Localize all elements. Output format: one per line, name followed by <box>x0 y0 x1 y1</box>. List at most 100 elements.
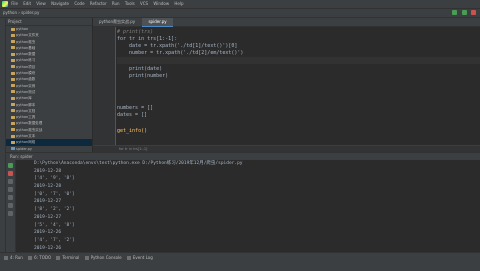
tool-label: Terminal <box>62 255 80 260</box>
code-line: date = tr.xpath('./td[1]/text()')[0] <box>117 43 238 49</box>
print-icon[interactable] <box>8 203 13 208</box>
tool-run[interactable]: 4: Run <box>4 253 23 262</box>
project-panel-header[interactable]: Project <box>6 18 92 26</box>
tool-event-log[interactable]: Event Log <box>126 253 153 262</box>
navigation-bar: python › spider.py <box>0 9 480 18</box>
tree-item-label: python函数 <box>16 77 36 82</box>
console-line: 2019-12-27 <box>34 214 62 220</box>
folder-icon <box>11 58 15 62</box>
code-line: get_info() <box>117 128 148 134</box>
editor-breadcrumb[interactable]: for tr in trs[1:-1] <box>93 145 480 152</box>
tree-item-label: python库 <box>16 96 32 101</box>
menu-bar: File Edit View Navigate Code Refactor Ru… <box>0 0 480 9</box>
menu-code[interactable]: Code <box>74 1 84 6</box>
run-icon[interactable] <box>452 10 458 15</box>
console-line: ['4', '9', '8'] <box>34 176 75 182</box>
folder-icon <box>11 46 15 50</box>
project-tree: python python文件夹 python爬虫 python基础 python数据 p… <box>6 26 92 152</box>
pause-icon[interactable] <box>8 179 13 184</box>
console-line: 2019-12-26 <box>34 245 62 251</box>
folder-icon <box>11 134 15 138</box>
run-console[interactable]: D:\Python\Anaconda\envs\test\python.exe … <box>16 160 480 252</box>
pycharm-logo-icon <box>2 1 8 7</box>
project-panel: Project python python文件夹 python爬虫 python基础 p… <box>6 18 93 152</box>
menu-edit[interactable]: Edit <box>23 1 31 6</box>
python-console-icon <box>84 256 89 260</box>
wrap-icon[interactable] <box>8 187 13 192</box>
code-line: dates = [] <box>117 112 148 118</box>
editor-tab-bar: python爬虫实战.py spider.py <box>93 18 480 27</box>
console-line: 2019-12-28 <box>34 168 62 174</box>
tree-item-label: python网络 <box>16 140 36 145</box>
folder-icon <box>11 27 15 31</box>
todo-icon <box>28 256 33 260</box>
folder-icon <box>11 96 15 100</box>
menu-tools[interactable]: Tools <box>125 1 135 6</box>
tree-item-label: python <box>16 27 29 31</box>
tool-label: 6: TODO <box>34 255 52 260</box>
menu-file[interactable]: File <box>11 1 18 6</box>
tool-terminal[interactable]: Terminal <box>56 253 79 262</box>
code-line: for tr in trs[1:-1]: <box>117 36 178 42</box>
tree-item-label: python文档 <box>16 108 36 113</box>
folder-icon <box>11 109 15 113</box>
tree-item-label: python脚本 <box>16 102 36 107</box>
status-bar: 4: Run 6: TODO Terminal Python Console E… <box>0 252 480 271</box>
menu-navigate[interactable]: Navigate <box>51 1 69 6</box>
menu-help[interactable]: Help <box>174 1 183 6</box>
folder-icon <box>11 52 15 56</box>
tab-spider[interactable]: spider.py <box>142 18 173 27</box>
tree-item-label: python爬虫 <box>16 39 36 44</box>
menu-run[interactable]: Run <box>112 1 120 6</box>
line-number-gutter <box>93 27 116 145</box>
folder-icon <box>11 71 15 75</box>
folder-icon <box>11 128 15 132</box>
menu-vcs[interactable]: VCS <box>140 1 148 6</box>
folder-icon <box>11 33 15 37</box>
tab-crawler-practice[interactable]: python爬虫实战.py <box>93 18 141 26</box>
tree-item-label: python项目 <box>16 64 36 69</box>
run-tab-label[interactable]: Run: spider <box>10 154 33 159</box>
menu-window[interactable]: Window <box>153 1 169 6</box>
console-line: ['5', '4', '8'] <box>34 222 75 228</box>
tree-item-label: python练习 <box>16 58 36 63</box>
tool-label: Python Console <box>90 255 122 260</box>
menu-view[interactable]: View <box>36 1 46 6</box>
folder-icon <box>11 121 15 125</box>
scroll-to-end-icon[interactable] <box>8 195 13 200</box>
code-line-current <box>117 57 480 64</box>
code-line: print(date) <box>117 66 163 72</box>
tree-item-label: python测试 <box>16 89 36 94</box>
trash-icon[interactable] <box>8 211 13 216</box>
console-line: ['0', '7', '0'] <box>34 191 75 197</box>
tree-item-label: python文本 <box>16 134 36 139</box>
tool-label: 4: Run <box>10 255 23 260</box>
code-line: number = tr.xpath('./td[2]/em/text()') <box>117 50 244 56</box>
rerun-icon[interactable] <box>8 163 13 168</box>
code-line: print(number) <box>117 73 169 79</box>
stop-icon[interactable] <box>8 171 13 176</box>
console-line: ['8', '2', '2'] <box>34 207 75 213</box>
debug-icon[interactable] <box>461 10 467 15</box>
console-command: D:\Python\Anaconda\envs\test\python.exe … <box>34 161 243 166</box>
tree-item-label: python模块 <box>16 71 36 76</box>
tool-python-console[interactable]: Python Console <box>84 253 122 262</box>
folder-icon <box>11 103 15 107</box>
run-controls <box>449 10 476 17</box>
menu-refactor[interactable]: Refactor <box>90 1 107 6</box>
stop-icon[interactable] <box>471 10 476 15</box>
code-editor[interactable]: # print(trs) for tr in trs[1:-1]: date =… <box>117 27 480 145</box>
folder-icon <box>11 40 15 44</box>
tree-item-label: python数据 <box>16 52 36 57</box>
tree-item-label: python数据处理 <box>16 121 43 126</box>
folder-icon <box>11 90 15 94</box>
navigation-breadcrumb[interactable]: python › spider.py <box>3 10 39 15</box>
run-tool-icon <box>4 256 8 260</box>
tool-todo[interactable]: 6: TODO <box>28 253 51 262</box>
tree-item[interactable]: spider.py <box>6 146 92 152</box>
terminal-icon <box>56 256 61 260</box>
tree-item-label: python爬虫实战 <box>16 127 43 132</box>
tool-label: Event Log <box>132 255 153 260</box>
event-log-icon <box>126 256 131 260</box>
tree-item-label: python实例 <box>16 83 36 88</box>
